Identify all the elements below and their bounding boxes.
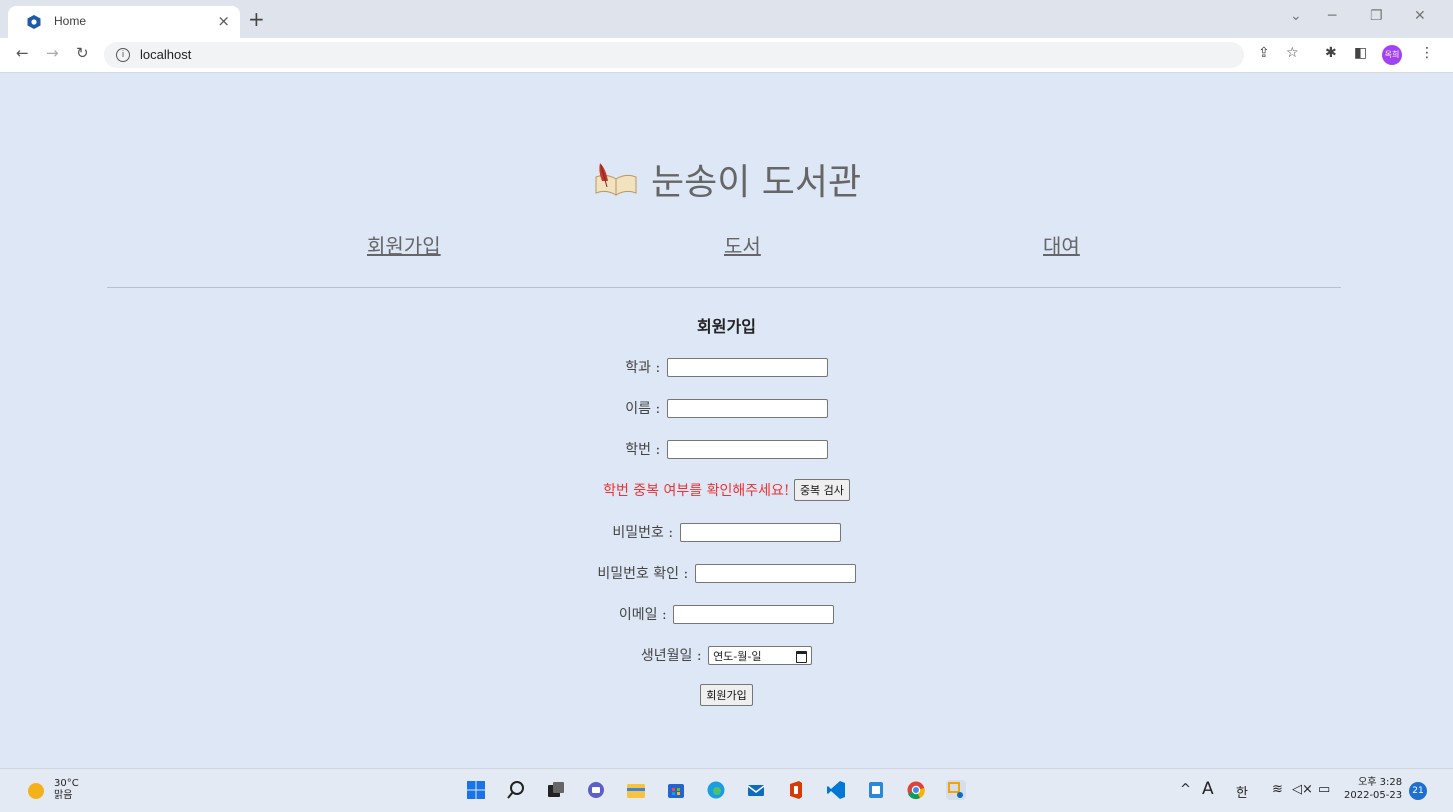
side-panel-icon[interactable]: ◧	[1354, 45, 1367, 61]
app-favicon-icon	[27, 15, 41, 29]
search-icon[interactable]	[506, 780, 526, 800]
taskbar: 30°C 맑음 ^ A 한 ≋ ◁× ▭ 오후 3:28 2022-05-23 …	[0, 768, 1453, 812]
share-icon[interactable]: ⇪	[1258, 45, 1270, 61]
browser-tab[interactable]: Home ×	[8, 6, 240, 38]
notification-badge[interactable]: 21	[1409, 782, 1427, 800]
nav-link-books[interactable]: 도서	[724, 230, 761, 259]
back-icon[interactable]: ←	[16, 44, 29, 62]
header-divider	[107, 287, 1341, 288]
birthdate-label: 생년월일 :	[640, 648, 702, 664]
clock[interactable]: 오후 3:28 2022-05-23	[1344, 776, 1402, 802]
duplicate-check-row: 학번 중복 여부를 확인해주세요! 중복 검사	[0, 479, 1453, 501]
birthdate-row: 생년월일 : 연도-월-일	[0, 645, 1453, 665]
password-input[interactable]	[679, 522, 841, 542]
store-icon[interactable]	[666, 780, 686, 800]
email-input[interactable]	[673, 604, 835, 624]
email-row: 이메일 :	[0, 604, 1453, 624]
student-id-row: 학번 :	[0, 439, 1453, 459]
password-confirm-row: 비밀번호 확인 :	[0, 563, 1453, 583]
department-input[interactable]	[666, 357, 828, 377]
address-bar[interactable]: i localhost	[104, 42, 1244, 68]
chat-icon[interactable]	[586, 780, 606, 800]
name-input[interactable]	[666, 398, 828, 418]
tab-search-icon[interactable]: ⌄	[1290, 8, 1302, 24]
chrome-icon[interactable]	[906, 780, 926, 800]
nav-link-rental[interactable]: 대여	[1043, 230, 1080, 259]
weather-widget[interactable]: 30°C 맑음	[54, 778, 79, 802]
ime-mode-indicator[interactable]: A	[1202, 779, 1214, 799]
bookmark-star-icon[interactable]: ☆	[1286, 45, 1299, 61]
start-icon[interactable]	[466, 780, 486, 800]
tab-close-icon[interactable]: ×	[217, 12, 230, 30]
new-tab-button[interactable]: +	[248, 7, 265, 31]
site-info-icon[interactable]: i	[116, 48, 130, 62]
clock-time: 오후 3:28	[1358, 777, 1403, 788]
duplicate-check-button[interactable]: 중복 검사	[793, 479, 850, 501]
password-confirm-label: 비밀번호 확인 :	[597, 566, 689, 582]
password-confirm-input[interactable]	[694, 563, 856, 583]
submit-row: 회원가입	[0, 684, 1453, 706]
name-label: 이름 :	[625, 401, 661, 417]
department-row: 학과 :	[0, 357, 1453, 377]
email-label: 이메일 :	[618, 607, 667, 623]
site-title: 눈송이 도서관	[650, 162, 862, 203]
submit-signup-button[interactable]: 회원가입	[700, 684, 753, 706]
edge-icon[interactable]	[706, 780, 726, 800]
weather-text: 맑음	[54, 790, 73, 801]
book-quill-icon	[595, 163, 637, 196]
page-content: 눈송이 도서관 회원가입 도서 대여 회원가입 학과 : 이름 : 학번 : 학…	[0, 73, 1453, 768]
name-row: 이름 :	[0, 398, 1453, 418]
birthdate-input[interactable]: 연도-월-일	[708, 645, 813, 665]
task-view-icon[interactable]	[546, 780, 566, 800]
ime-language-indicator[interactable]: 한	[1236, 782, 1248, 801]
mail-icon[interactable]	[746, 780, 766, 800]
notepad-app-icon[interactable]	[866, 780, 886, 800]
restore-button[interactable]: ❐	[1370, 8, 1383, 24]
minimize-button[interactable]: ─	[1328, 8, 1336, 24]
volume-muted-icon[interactable]: ◁×	[1292, 782, 1313, 797]
student-id-input[interactable]	[666, 439, 828, 459]
browser-toolbar: ← → ↻ i localhost ⇪ ☆ ✱ ◧ 옥희 ⋮	[0, 38, 1453, 73]
file-explorer-icon[interactable]	[626, 780, 646, 800]
tray-overflow-icon[interactable]: ^	[1180, 782, 1191, 797]
battery-icon[interactable]: ▭	[1318, 782, 1330, 797]
tab-title: Home	[54, 14, 87, 28]
forward-icon[interactable]: →	[46, 44, 59, 62]
extensions-icon[interactable]: ✱	[1325, 45, 1337, 61]
wifi-icon[interactable]: ≋	[1272, 782, 1283, 797]
vscode-icon[interactable]	[826, 780, 846, 800]
password-row: 비밀번호 :	[0, 522, 1453, 542]
student-id-label: 학번 :	[625, 442, 661, 458]
birthdate-placeholder: 연도-월-일	[713, 649, 762, 663]
password-label: 비밀번호 :	[612, 525, 674, 541]
snipping-tool-icon[interactable]	[946, 780, 966, 800]
profile-avatar[interactable]: 옥희	[1382, 45, 1402, 65]
nav-link-signup[interactable]: 회원가입	[367, 230, 441, 259]
close-window-button[interactable]: ✕	[1414, 8, 1426, 24]
department-label: 학과 :	[625, 360, 661, 376]
calendar-icon[interactable]	[796, 650, 808, 663]
reload-icon[interactable]: ↻	[76, 44, 89, 62]
browser-tab-strip: Home × + ⌄ ─ ❐ ✕	[0, 0, 1453, 38]
site-header: 눈송이 도서관	[0, 153, 1453, 205]
office-icon[interactable]	[786, 780, 806, 800]
clock-date: 2022-05-23	[1344, 790, 1403, 801]
weather-sun-icon[interactable]	[28, 783, 44, 799]
menu-icon[interactable]: ⋮	[1420, 45, 1434, 61]
duplicate-warning: 학번 중복 여부를 확인해주세요!	[603, 483, 790, 499]
temperature-text: 30°C	[54, 778, 79, 789]
url-text: localhost	[140, 47, 192, 62]
form-title: 회원가입	[697, 317, 756, 336]
